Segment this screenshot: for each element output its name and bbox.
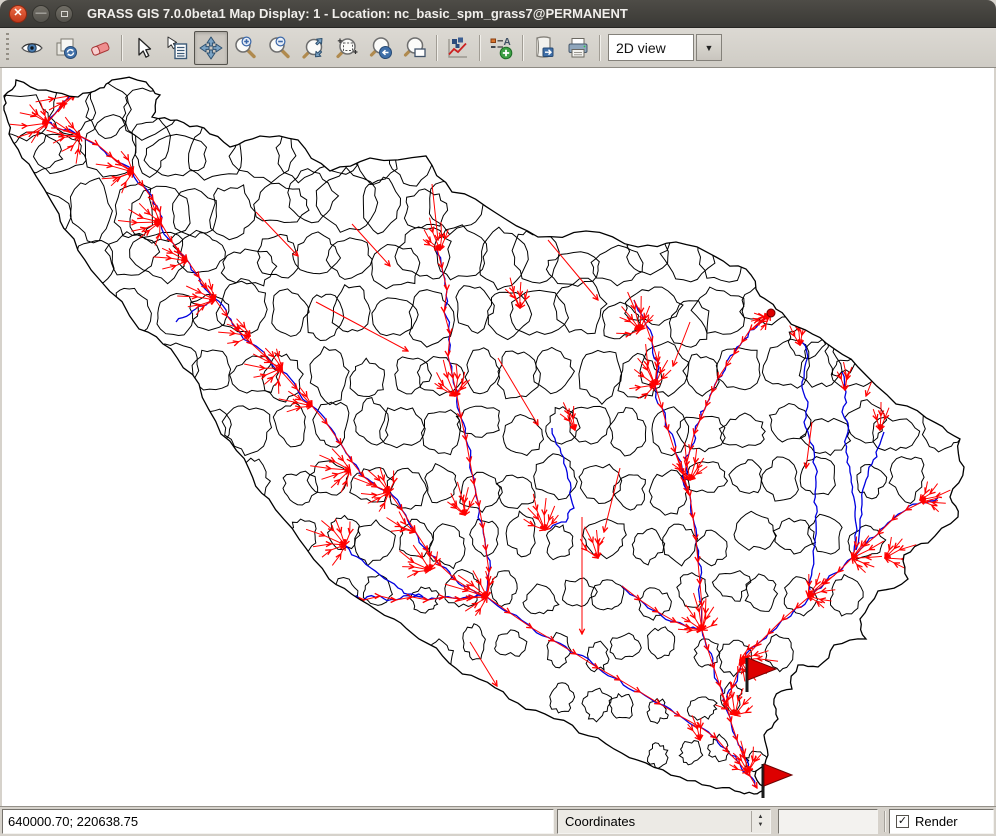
pan-button[interactable]: [194, 31, 228, 65]
progress-area: [778, 809, 878, 834]
zoom-extent-icon: [300, 35, 326, 61]
spinner-control[interactable]: ▲▼: [751, 811, 769, 832]
statusbar: 640000.70; 220638.75 Coordinates ▲▼ ✓ Re…: [0, 806, 996, 836]
minimize-button[interactable]: —: [32, 5, 50, 23]
check-icon: ✓: [898, 816, 907, 827]
view-mode-value: 2D view: [616, 40, 666, 56]
pointer-button[interactable]: [126, 31, 160, 65]
zoom-out-icon: [266, 35, 292, 61]
print-display-button[interactable]: [561, 31, 595, 65]
spinner-down-icon: ▼: [758, 822, 764, 829]
toolbar-separator: [121, 35, 122, 61]
toolbar-grip[interactable]: [6, 33, 9, 63]
render-option: ✓ Render: [889, 809, 994, 834]
close-button[interactable]: ✕: [9, 5, 27, 23]
view-mode-dropdown-button[interactable]: ▼: [696, 34, 722, 61]
save-display-button[interactable]: [527, 31, 561, 65]
add-map-elements-button[interactable]: A: [484, 31, 518, 65]
chart-analyze-icon: [445, 35, 471, 61]
printer-icon: [565, 35, 591, 61]
render-checkbox[interactable]: ✓: [896, 815, 909, 828]
zoom-back-button[interactable]: [364, 31, 398, 65]
maximize-button[interactable]: [55, 5, 73, 23]
statusbar-separator: [884, 811, 885, 832]
pan-arrows-icon: [198, 35, 224, 61]
zoom-options-button[interactable]: [398, 31, 432, 65]
svg-text:A: A: [504, 37, 511, 48]
maximize-icon: [61, 11, 68, 17]
legend-text-add-icon: A: [488, 35, 514, 61]
window-title: GRASS GIS 7.0.0beta1 Map Display: 1 - Lo…: [87, 6, 628, 21]
query-arrow-list-icon: [164, 35, 190, 61]
export-file-icon: [531, 35, 557, 61]
map-svg: [2, 68, 994, 806]
layers-render-icon: [54, 36, 78, 60]
zoom-options-icon: [402, 35, 428, 61]
titlebar[interactable]: ✕ — GRASS GIS 7.0.0beta1 Map Display: 1 …: [0, 0, 996, 28]
zoom-region-button[interactable]: [330, 31, 364, 65]
render-map-button[interactable]: [49, 31, 83, 65]
zoom-in-button[interactable]: [228, 31, 262, 65]
toolbar-separator: [522, 35, 523, 61]
minimize-icon: —: [36, 8, 47, 19]
display-map-button[interactable]: [15, 31, 49, 65]
erase-display-button[interactable]: [83, 31, 117, 65]
zoom-back-icon: [368, 35, 394, 61]
eraser-icon: [88, 36, 112, 60]
render-label: Render: [915, 814, 958, 829]
toolbar-separator: [599, 35, 600, 61]
zoom-region-icon: [334, 35, 360, 61]
analyze-map-button[interactable]: [441, 31, 475, 65]
toolbar-separator: [479, 35, 480, 61]
statusbar-mode-select[interactable]: Coordinates ▲▼: [557, 809, 771, 834]
zoom-extent-button[interactable]: [296, 31, 330, 65]
close-icon: ✕: [13, 8, 22, 19]
zoom-out-button[interactable]: [262, 31, 296, 65]
query-button[interactable]: [160, 31, 194, 65]
chevron-down-icon: ▼: [705, 43, 714, 53]
toolbar-separator: [436, 35, 437, 61]
eye-icon: [20, 36, 44, 60]
zoom-in-icon: [232, 35, 258, 61]
toolbar: A 2D view ▼: [0, 28, 996, 68]
statusbar-mode-value: Coordinates: [565, 814, 635, 829]
view-mode-select[interactable]: 2D view: [608, 34, 694, 61]
coordinates-display[interactable]: 640000.70; 220638.75: [2, 809, 554, 834]
window-controls: ✕ —: [9, 5, 73, 23]
spinner-up-icon: ▲: [758, 814, 764, 821]
grass-map-display-window: ✕ — GRASS GIS 7.0.0beta1 Map Display: 1 …: [0, 0, 996, 836]
pointer-cursor-icon: [131, 36, 155, 60]
map-canvas[interactable]: [2, 68, 994, 806]
